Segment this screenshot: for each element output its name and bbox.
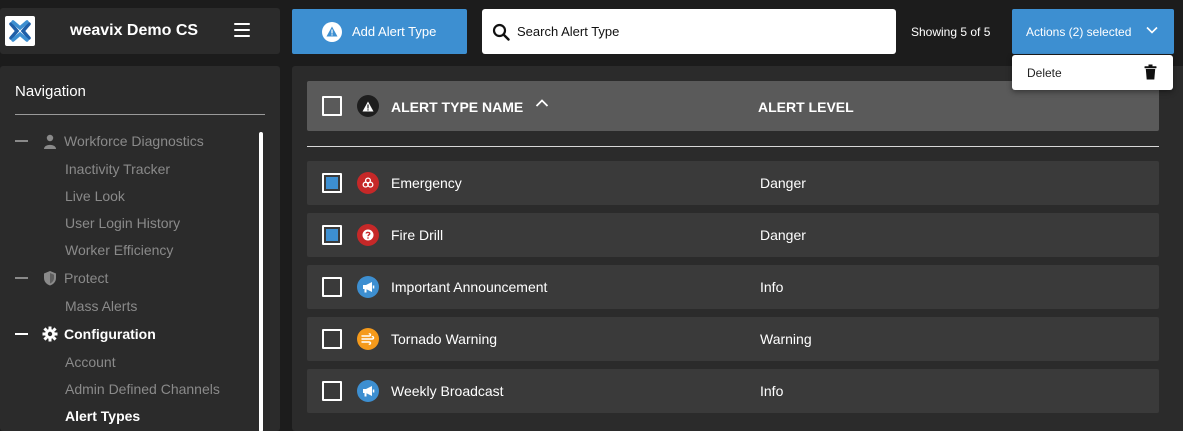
question-icon — [357, 224, 379, 246]
row-checkbox[interactable] — [322, 277, 342, 297]
table-row[interactable]: Weekly Broadcast Info — [307, 369, 1159, 413]
alert-type-name: Emergency — [391, 175, 462, 191]
search-icon — [492, 23, 510, 41]
alert-type-name: Tornado Warning — [391, 331, 498, 347]
actions-dropdown-button[interactable]: Actions (2) selected — [1012, 9, 1174, 54]
nav-group-protect[interactable]: Protect — [15, 268, 108, 288]
menu-item-delete[interactable]: Delete — [1012, 55, 1173, 90]
nav-group-configuration[interactable]: Configuration — [15, 324, 156, 344]
header-divider — [307, 146, 1159, 147]
add-alert-type-label: Add Alert Type — [352, 24, 437, 39]
table-row[interactable]: Important Announcement Info — [307, 265, 1159, 309]
sidebar-item-admin-defined-channels[interactable]: Admin Defined Channels — [65, 380, 220, 398]
row-checkbox[interactable] — [322, 225, 342, 245]
app-root: weavix Demo CS Navigation Workforce Diag… — [0, 0, 1183, 431]
person-icon — [42, 133, 58, 149]
row-checkbox[interactable] — [322, 329, 342, 349]
select-all-checkbox[interactable] — [322, 96, 342, 116]
collapse-dash-icon — [15, 140, 28, 142]
sidebar-item-inactivity-tracker[interactable]: Inactivity Tracker — [65, 160, 170, 178]
nav-divider — [15, 114, 265, 115]
org-name: weavix Demo CS — [70, 22, 199, 39]
search-box — [482, 9, 896, 54]
column-header-level[interactable]: ALERT LEVEL — [758, 99, 854, 115]
collapse-dash-icon — [15, 333, 28, 335]
nav-scrollbar[interactable] — [259, 132, 263, 431]
alert-types-panel: ALERT TYPE NAME ALERT LEVEL Emergency Da… — [292, 66, 1183, 431]
warning-triangle-icon — [357, 95, 379, 117]
sidebar-item-worker-efficiency[interactable]: Worker Efficiency — [65, 241, 173, 259]
nav-group-workforce-diagnostics[interactable]: Workforce Diagnostics — [15, 131, 204, 151]
alert-type-name: Important Announcement — [391, 279, 548, 295]
alert-level: Info — [760, 383, 784, 399]
row-checkbox[interactable] — [322, 381, 342, 401]
brand-bar: weavix Demo CS — [0, 8, 280, 54]
table-row[interactable]: Fire Drill Danger — [307, 213, 1159, 257]
alert-level: Warning — [760, 331, 812, 347]
biohazard-icon — [357, 172, 379, 194]
megaphone-icon — [357, 276, 379, 298]
search-input[interactable] — [517, 24, 887, 39]
warning-triangle-icon — [322, 21, 342, 42]
alert-type-name: Weekly Broadcast — [391, 383, 504, 399]
megaphone-icon — [357, 380, 379, 402]
nav-title: Navigation — [15, 83, 86, 100]
collapse-dash-icon — [15, 277, 28, 279]
sidebar-item-live-look[interactable]: Live Look — [65, 187, 125, 205]
trash-icon — [1144, 64, 1157, 80]
result-count: Showing 5 of 5 — [911, 25, 991, 39]
table-row[interactable]: Emergency Danger — [307, 161, 1159, 205]
gear-icon — [42, 326, 58, 342]
alert-level: Info — [760, 279, 784, 295]
weavix-logo — [5, 16, 35, 46]
delete-label: Delete — [1027, 65, 1062, 80]
wind-icon — [357, 328, 379, 350]
table-row[interactable]: Tornado Warning Warning — [307, 317, 1159, 361]
sort-ascending-chevron-up-icon[interactable] — [535, 98, 549, 108]
alert-level: Danger — [760, 175, 806, 191]
actions-label: Actions (2) selected — [1026, 24, 1132, 39]
hamburger-menu-icon[interactable] — [234, 23, 250, 37]
sidebar-item-alert-types[interactable]: Alert Types — [65, 407, 140, 425]
shield-icon — [42, 270, 58, 286]
row-checkbox[interactable] — [322, 173, 342, 193]
sidebar-item-user-login-history[interactable]: User Login History — [65, 214, 180, 232]
alert-level: Danger — [760, 227, 806, 243]
alert-type-name: Fire Drill — [391, 227, 444, 243]
sidebar-nav: Navigation Workforce Diagnostics Inactiv… — [0, 66, 280, 431]
nav-group-label: Configuration — [64, 326, 156, 342]
sidebar-item-account[interactable]: Account — [65, 353, 116, 371]
sidebar-item-mass-alerts[interactable]: Mass Alerts — [65, 297, 137, 315]
column-header-name[interactable]: ALERT TYPE NAME — [391, 99, 523, 115]
nav-group-label: Workforce Diagnostics — [64, 133, 204, 149]
nav-group-label: Protect — [64, 270, 109, 286]
add-alert-type-button[interactable]: Add Alert Type — [292, 9, 467, 54]
chevron-down-icon — [1146, 26, 1158, 34]
